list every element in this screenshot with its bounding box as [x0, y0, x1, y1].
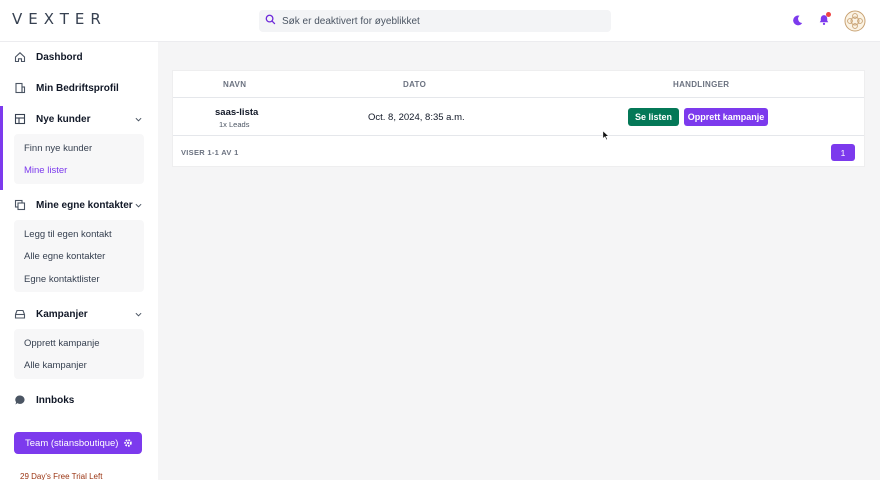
sidebar-item-dashbord[interactable]: Dashbord [14, 47, 144, 67]
trial-notice[interactable]: 29 Day's Free Trial Left [20, 472, 102, 480]
sidebar-item-label: Kampanjer [36, 308, 88, 320]
sidebar-subitem-alle-egne-kontakter[interactable]: Alle egne kontakter [24, 251, 105, 262]
chevron-down-icon[interactable] [135, 310, 142, 321]
list-date: Oct. 8, 2024, 8:35 a.m. [368, 112, 465, 123]
table-row: saas-lista 1x Leads Oct. 8, 2024, 8:35 a… [173, 97, 864, 136]
sidebar-subitem-mine-lister[interactable]: Mine lister [24, 165, 67, 176]
sidebar-item-mine-egne-kontakter[interactable]: Mine egne kontakter [14, 195, 144, 215]
sidebar-item-bedriftsprofil[interactable]: Min Bedriftsprofil [14, 78, 144, 98]
pagination-summary: VISER 1-1 AV 1 [181, 148, 239, 157]
sidebar-item-nye-kunder[interactable]: Nye kunder [14, 109, 144, 129]
search-input[interactable] [282, 15, 602, 27]
search-box[interactable] [259, 10, 611, 32]
team-button-label: Team (stiansboutique) [25, 437, 119, 449]
view-list-button[interactable]: Se listen [628, 108, 679, 126]
submenu-egne-kontakter: Legg til egen kontakt Alle egne kontakte… [14, 220, 144, 292]
column-header-navn: NAVN [223, 80, 247, 89]
building-icon [14, 82, 26, 94]
chevron-down-icon[interactable] [135, 115, 142, 126]
copy-icon [14, 199, 26, 211]
sidebar-item-label: Innboks [36, 394, 75, 406]
submenu-kampanjer: Opprett kampanje Alle kampanjer [14, 329, 144, 379]
sidebar: Dashbord Min Bedriftsprofil Nye kunder F… [0, 42, 158, 480]
inbox-tray-icon [14, 308, 26, 320]
gear-icon [123, 438, 133, 451]
sidebar-subitem-opprett-kampanje[interactable]: Opprett kampanje [24, 338, 100, 349]
sidebar-subitem-legg-til-kontakt[interactable]: Legg til egen kontakt [24, 229, 112, 240]
sidebar-item-label: Mine egne kontakter [36, 199, 133, 211]
top-bar: VEXTER [0, 0, 880, 42]
moon-icon[interactable] [789, 12, 805, 28]
sidebar-item-innboks[interactable]: Innboks [14, 390, 144, 410]
mouse-cursor-icon [602, 128, 610, 146]
active-section-indicator [0, 106, 3, 190]
search-icon [265, 12, 276, 30]
sidebar-item-label: Min Bedriftsprofil [36, 82, 119, 94]
avatar[interactable] [844, 10, 866, 32]
sidebar-subitem-alle-kampanjer[interactable]: Alle kampanjer [24, 360, 87, 371]
home-icon [14, 51, 26, 63]
create-campaign-button[interactable]: Opprett kampanje [684, 108, 768, 126]
sidebar-subitem-egne-kontaktlister[interactable]: Egne kontaktlister [24, 274, 100, 285]
chevron-down-icon[interactable] [135, 201, 142, 212]
notification-dot [826, 12, 831, 17]
team-button[interactable]: Team (stiansboutique) [14, 432, 142, 454]
sidebar-item-label: Dashbord [36, 51, 83, 63]
sidebar-item-label: Nye kunder [36, 113, 91, 125]
sidebar-subitem-finn-nye-kunder[interactable]: Finn nye kunder [24, 143, 92, 154]
page-1-button[interactable]: 1 [831, 144, 855, 161]
chat-icon [14, 394, 26, 406]
list-leads-count: 1x Leads [219, 120, 250, 129]
column-header-handlinger: HANDLINGER [673, 80, 730, 89]
column-header-dato: DATO [403, 80, 427, 89]
app-logo[interactable]: VEXTER [12, 10, 107, 28]
bell-icon[interactable] [816, 12, 832, 28]
grid-icon [14, 113, 26, 125]
sidebar-item-kampanjer[interactable]: Kampanjer [14, 304, 144, 324]
lists-table-card: NAVN DATO HANDLINGER saas-lista 1x Leads… [172, 70, 865, 167]
submenu-nye-kunder: Finn nye kunder Mine lister [14, 134, 144, 184]
list-name: saas-lista [215, 107, 259, 118]
